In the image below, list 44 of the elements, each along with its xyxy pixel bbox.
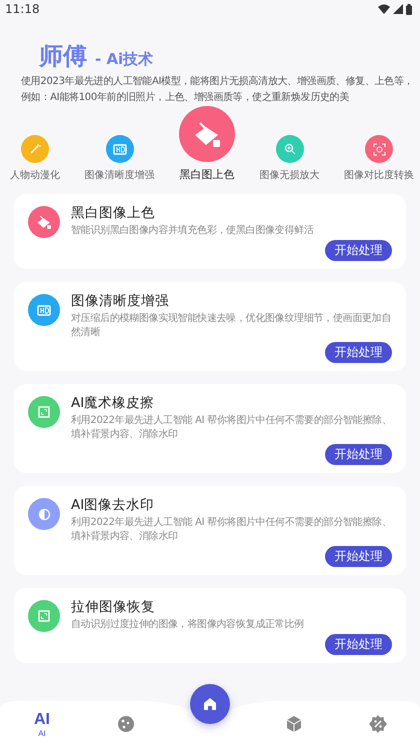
feature-shortcut-button[interactable] — [276, 135, 304, 163]
shortcut-label: 图像对比度转换 — [344, 168, 414, 182]
home-button[interactable] — [190, 684, 230, 724]
shortcut-label: 图像清晰度增强 — [84, 168, 154, 182]
status-time: 11:18 — [5, 2, 40, 16]
shortcut-label: 人物动漫化 — [10, 169, 60, 182]
feature-description: 智能识别黑白图像内容并填充色彩，使黑白图像变得鲜活 — [71, 224, 314, 238]
feature-title: AI魔术橡皮擦 — [71, 394, 156, 412]
signal-icon — [393, 4, 403, 14]
ai-tab[interactable]: AI AI — [34, 710, 50, 738]
hd-icon — [112, 144, 126, 154]
feature-shortcut-button[interactable] — [365, 135, 393, 163]
shortcut-label: 黑白图上色 — [180, 167, 234, 182]
home-icon — [203, 697, 217, 711]
app-subtitle: - Ai技术 — [95, 50, 154, 69]
intro-text: 使用2023年最先进的人工智能AI模型，能将图片无损高清放大、增强画质、修复、上色等，例如：AI能将100年前的旧照片，上色、增强画质等，使之重新焕发历史的美 — [21, 74, 414, 105]
app-title: 师傅 — [39, 41, 87, 72]
focus-icon — [372, 142, 386, 156]
shortcut-label: 图像无损放大 — [260, 168, 320, 182]
cube-tab[interactable] — [285, 715, 303, 733]
start-button[interactable]: 开始处理 — [325, 546, 392, 567]
feature-title: 黑白图像上色 — [71, 204, 156, 222]
feature-shortcut-button[interactable] — [106, 135, 134, 163]
cube-icon — [285, 715, 303, 733]
cookie-icon — [117, 715, 135, 733]
feature-description: 自动识别过度拉伸的图像，将图像内容恢复成正常比例 — [71, 618, 304, 632]
discount-badge-icon — [369, 715, 387, 733]
battery-icon — [406, 4, 412, 14]
feature-title: AI图像去水印 — [71, 496, 156, 514]
start-button[interactable]: 开始处理 — [325, 240, 392, 261]
wifi-icon — [378, 4, 390, 14]
start-button[interactable]: 开始处理 — [325, 634, 392, 655]
feature-shortcut-button[interactable] — [21, 135, 49, 163]
feature-description: 利用2022年最先进人工智能 AI 帮你将图片中任何不需要的部分智能擦除、填补背景内容、消除水印 — [71, 414, 392, 442]
wand-icon — [29, 143, 41, 155]
zoom-icon — [284, 143, 296, 155]
feature-title: 拉伸图像恢复 — [71, 598, 156, 616]
feature-description: 对压缩后的模糊图像实现智能快速去噪，优化图像纹理细节，使画面更加自然清晰 — [71, 312, 392, 340]
feature-title: 图像清晰度增强 — [71, 292, 170, 310]
start-button[interactable]: 开始处理 — [325, 342, 392, 363]
cookie-tab[interactable] — [117, 715, 135, 733]
feature-description: 利用2022年最先进人工智能 AI 帮你将图片中任何不需要的部分智能擦除、填补背景内容、消除水印 — [71, 516, 392, 544]
start-button[interactable]: 开始处理 — [325, 444, 392, 465]
badge-tab[interactable] — [369, 715, 387, 733]
